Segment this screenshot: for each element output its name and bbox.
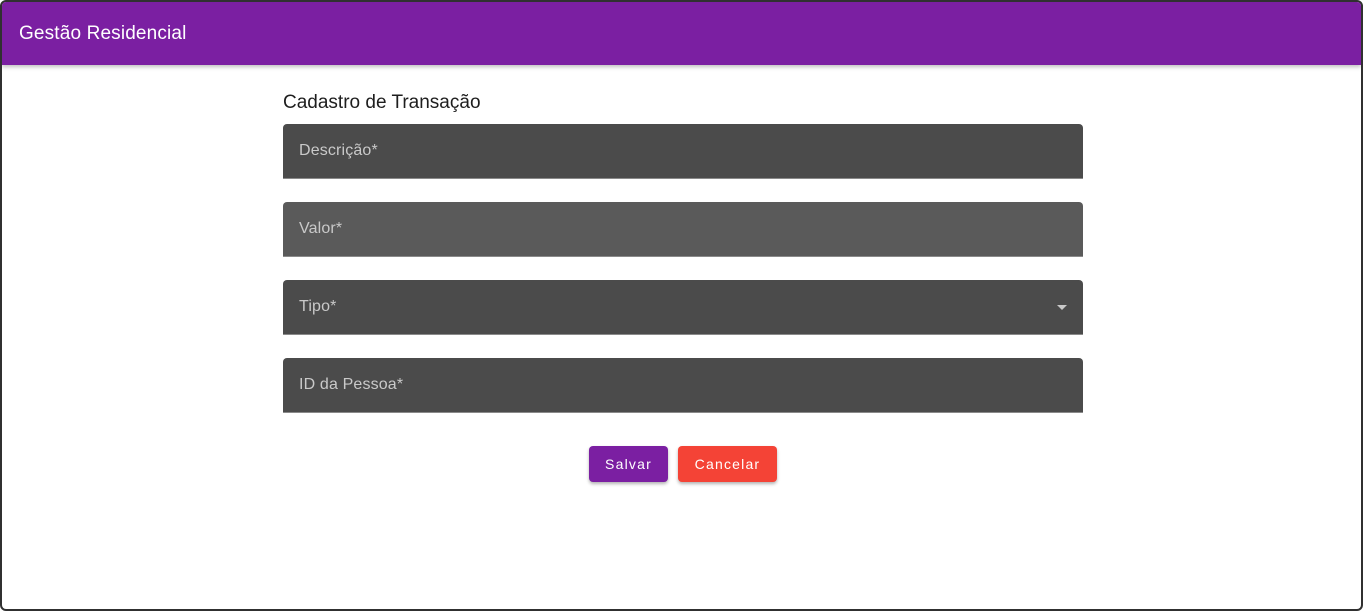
app-window: Gestão Residencial Cadastro de Transação… — [0, 0, 1363, 611]
cancel-button[interactable]: Cancelar — [678, 446, 777, 482]
arrow-drop-down-icon[interactable] — [1057, 305, 1067, 310]
transaction-form: Cadastro de Transação Descrição* Valor* … — [283, 65, 1083, 482]
person-id-field[interactable]: ID da Pessoa* — [283, 358, 1083, 413]
type-label: Tipo* — [299, 298, 337, 315]
save-button[interactable]: Salvar — [589, 446, 668, 482]
type-select[interactable]: Tipo* — [283, 280, 1083, 335]
value-field[interactable]: Valor* — [283, 202, 1083, 257]
person-id-label: ID da Pessoa* — [299, 376, 404, 393]
app-bar: Gestão Residencial — [2, 2, 1361, 65]
value-label: Valor* — [299, 220, 343, 237]
app-title: Gestão Residencial — [19, 22, 187, 44]
description-label: Descrição* — [299, 142, 378, 159]
description-field[interactable]: Descrição* — [283, 124, 1083, 179]
form-actions: Salvar Cancelar — [283, 446, 1083, 482]
page-title: Cadastro de Transação — [283, 92, 481, 113]
